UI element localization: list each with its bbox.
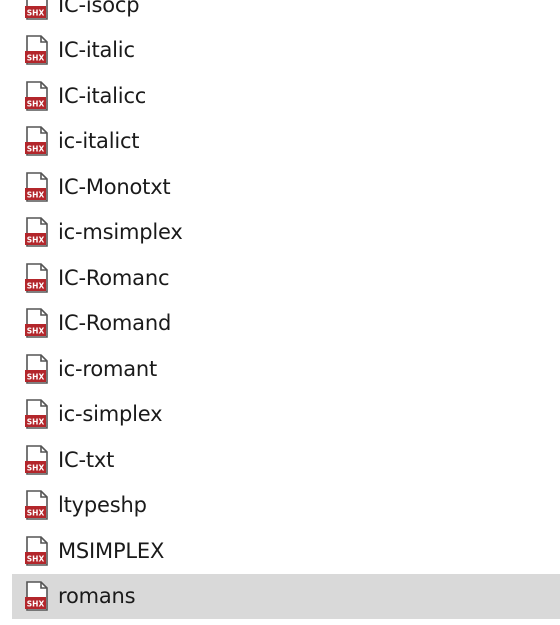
file-name-label: ic-italict [58, 129, 140, 154]
svg-text:SHX: SHX [27, 418, 45, 427]
svg-text:SHX: SHX [27, 145, 45, 154]
file-list-item-ic-msimplex[interactable]: SHX ic-msimplex [12, 210, 560, 256]
shx-file-icon: SHX [24, 35, 50, 66]
shx-file-icon: SHX [24, 535, 50, 566]
file-name-label: IC-isocp [58, 0, 140, 17]
file-list-item-msimplex[interactable]: SHX MSIMPLEX [12, 528, 560, 574]
file-list-item-romans[interactable]: SHX romans [12, 573, 560, 619]
file-list-item-ic-simplex[interactable]: SHX ic-simplex [12, 392, 560, 438]
svg-text:SHX: SHX [27, 327, 45, 336]
file-name-label: IC-Romand [58, 311, 172, 336]
file-list-item-ic-italicc[interactable]: SHX IC-italicc [12, 73, 560, 119]
shx-file-icon: SHX [24, 0, 50, 20]
file-name-label: ic-msimplex [58, 220, 183, 245]
file-list-item-ic-italic[interactable]: SHX IC-italic [12, 28, 560, 74]
svg-text:SHX: SHX [27, 281, 45, 290]
shx-file-icon: SHX [24, 217, 50, 248]
svg-text:SHX: SHX [27, 190, 45, 199]
shx-file-icon: SHX [24, 262, 50, 293]
file-list: SHX IC-isocp SHX IC-italic SHX IC-italic… [0, 0, 560, 619]
file-name-label: IC-txt [58, 447, 115, 472]
file-list-item-ic-romant[interactable]: SHX ic-romant [12, 346, 560, 392]
shx-file-icon: SHX [24, 308, 50, 339]
file-list-item-ic-txt[interactable]: SHX IC-txt [12, 437, 560, 483]
shx-file-icon: SHX [24, 80, 50, 111]
file-name-label: IC-italic [58, 38, 135, 63]
svg-text:SHX: SHX [27, 600, 45, 609]
file-name-label: romans [58, 584, 136, 609]
shx-file-icon: SHX [24, 353, 50, 384]
file-list-item-ic-isocp[interactable]: SHX IC-isocp [12, 0, 560, 28]
svg-text:SHX: SHX [27, 54, 45, 63]
shx-file-icon: SHX [24, 444, 50, 475]
file-name-label: ltypeshp [58, 493, 147, 518]
file-list-item-ic-romanc[interactable]: SHX IC-Romanc [12, 255, 560, 301]
file-list-item-ic-monotxt[interactable]: SHX IC-Monotxt [12, 164, 560, 210]
svg-text:SHX: SHX [27, 509, 45, 518]
svg-text:SHX: SHX [27, 99, 45, 108]
shx-file-icon: SHX [24, 126, 50, 157]
file-name-label: IC-Monotxt [58, 174, 171, 199]
svg-text:SHX: SHX [27, 236, 45, 245]
svg-text:SHX: SHX [27, 554, 45, 563]
shx-file-icon: SHX [24, 399, 50, 430]
file-list-item-ltypeshp[interactable]: SHX ltypeshp [12, 483, 560, 529]
shx-file-icon: SHX [24, 581, 50, 612]
file-name-label: ic-simplex [58, 402, 163, 427]
file-name-label: MSIMPLEX [58, 538, 165, 563]
shx-file-icon: SHX [24, 490, 50, 521]
file-name-label: ic-romant [58, 356, 158, 381]
svg-text:SHX: SHX [27, 463, 45, 472]
file-name-label: IC-italicc [58, 83, 147, 108]
svg-text:SHX: SHX [27, 8, 45, 17]
file-list-item-ic-italict[interactable]: SHX ic-italict [12, 119, 560, 165]
shx-file-icon: SHX [24, 171, 50, 202]
svg-text:SHX: SHX [27, 372, 45, 381]
file-name-label: IC-Romanc [58, 265, 170, 290]
file-list-item-ic-romand[interactable]: SHX IC-Romand [12, 301, 560, 347]
